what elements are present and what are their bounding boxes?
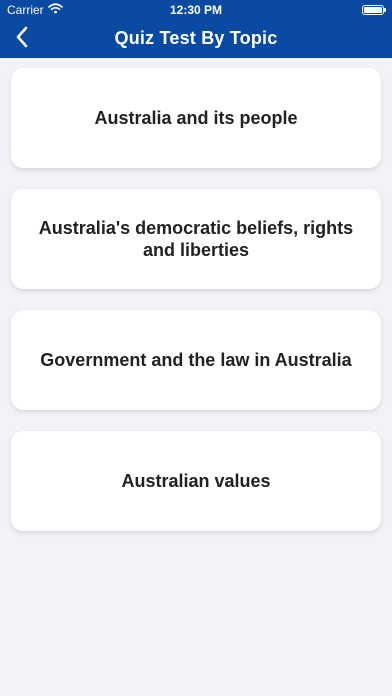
topic-label: Government and the law in Australia: [40, 350, 352, 370]
topic-card-government-and-law[interactable]: Government and the law in Australia: [11, 310, 381, 410]
top-bar: Carrier 12:30 PM Quiz Test By Topic: [0, 0, 392, 58]
battery-icon: [362, 5, 386, 15]
topic-label: Australia and its people: [94, 108, 298, 128]
topic-list: Australia and its people Australia's dem…: [11, 68, 381, 552]
topic-card-democratic-beliefs[interactable]: Australia's democratic beliefs, rights a…: [11, 189, 381, 289]
topic-label: Australia's democratic beliefs, rights a…: [38, 218, 354, 260]
topic-card-australian-values[interactable]: Australian values: [11, 431, 381, 531]
navigation-bar: Quiz Test By Topic: [0, 20, 392, 58]
page-title: Quiz Test By Topic: [114, 28, 278, 48]
topic-label: Australian values: [121, 471, 271, 491]
topic-card-australia-and-its-people[interactable]: Australia and its people: [11, 68, 381, 168]
status-bar: Carrier 12:30 PM: [0, 0, 392, 20]
status-time: 12:30 PM: [169, 3, 223, 17]
